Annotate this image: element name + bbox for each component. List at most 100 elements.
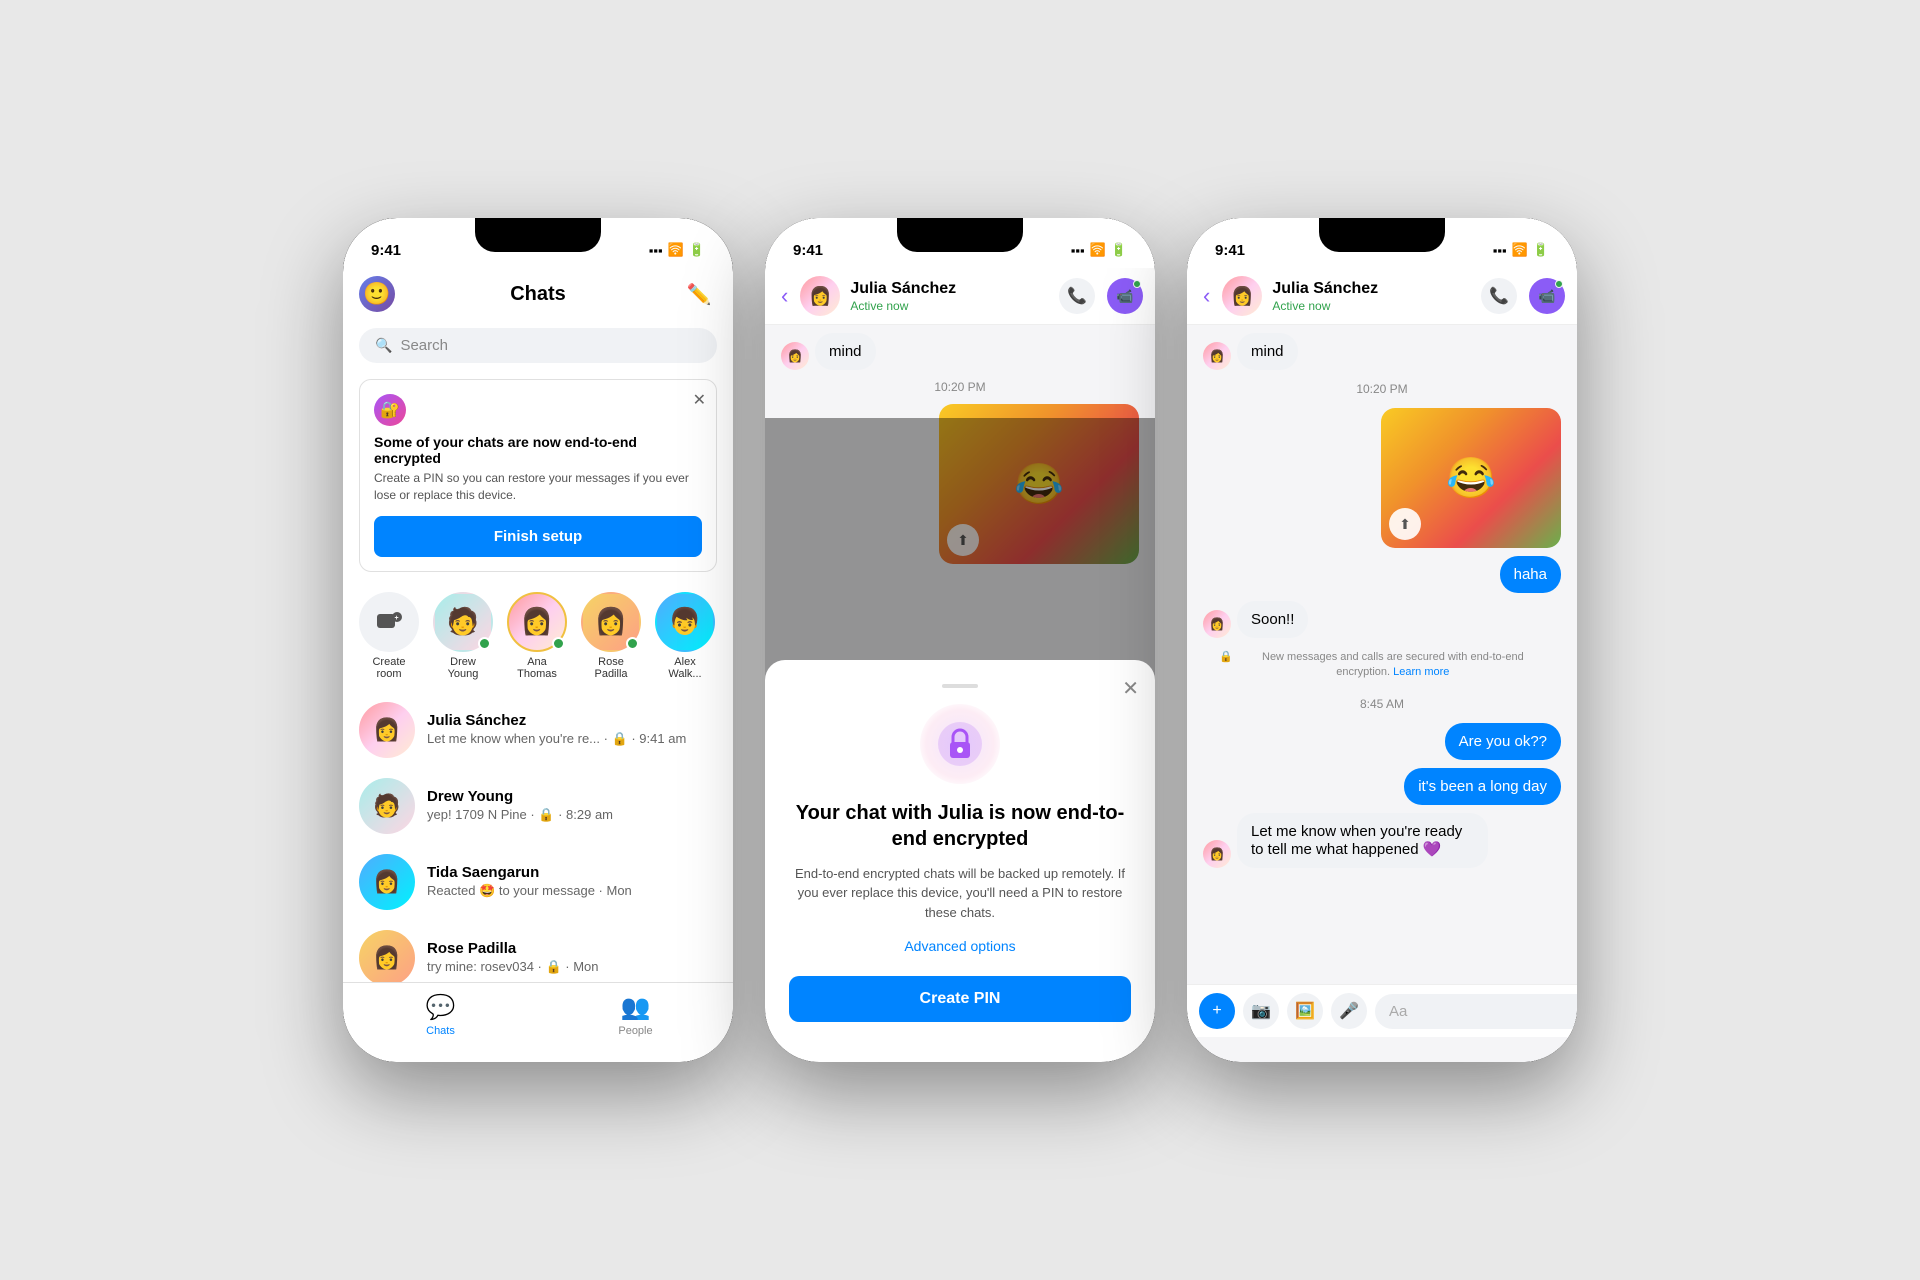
input-bar-3: + 📷 🖼️ 🎤 😊 👍 (1187, 984, 1577, 1037)
video-call-button-2[interactable]: 📹 (1107, 278, 1143, 314)
encrypt-icon: 🔐 (374, 394, 406, 426)
nav-chats[interactable]: 💬 Chats (343, 993, 538, 1037)
tida-face: 👩 (359, 854, 415, 910)
user-avatar[interactable]: 🙂 (359, 276, 395, 312)
timestamp-2: 10:20 PM (781, 376, 1139, 398)
notch-1 (475, 218, 601, 252)
chats-nav-icon: 💬 (426, 993, 456, 1022)
modal-text: End-to-end encrypted chats will be backe… (789, 864, 1131, 923)
tida-preview: Reacted 🤩 to your message · Mon (427, 883, 717, 899)
msg3-avatar-julia: 👩 (1203, 342, 1231, 370)
story-ana-thomas[interactable]: 👩 AnaThomas (507, 592, 567, 680)
rose-info: Rose Padilla try mine: rosev034 · 🔒 · Mo… (427, 940, 717, 975)
chat-header-actions-2: 📞 📹 (1059, 278, 1143, 314)
status-time-3: 9:41 (1215, 242, 1245, 259)
msg3-avatar-julia-3: 👩 (1203, 840, 1231, 868)
rose-name: Rose Padilla (427, 940, 717, 957)
chats-header: 🙂 Chats ✏️ (343, 268, 733, 320)
julia-header-name-3: Julia Sánchez (1272, 279, 1378, 298)
msg3-areyouok: Are you ok?? (1203, 723, 1561, 760)
julia-face: 👩 (359, 702, 415, 758)
share-icon-3[interactable]: ⬆ (1389, 508, 1421, 540)
chats-nav-label: Chats (426, 1025, 455, 1037)
wifi-icon-3: 🛜 (1512, 242, 1528, 258)
phone-call-button-2[interactable]: 📞 (1059, 278, 1095, 314)
notice-text: Create a PIN so you can restore your mes… (374, 470, 702, 504)
nav-people[interactable]: 👥 People (538, 993, 733, 1037)
create-pin-button[interactable]: Create PIN (789, 976, 1131, 1022)
julia-header-status-3: Active now (1272, 299, 1378, 313)
camera-button-3[interactable]: 📷 (1243, 993, 1279, 1029)
create-room-icon: + (359, 592, 419, 652)
encryption-modal: ✕ (765, 660, 1155, 1063)
notice-close-button[interactable]: ✕ (693, 390, 706, 410)
chat-header-3: ‹ 👩 Julia Sánchez Active now 📞 📹 (1187, 268, 1577, 325)
video-call-button-3[interactable]: 📹 (1529, 278, 1565, 314)
phone-3-screen: 9:41 ▪▪▪ 🛜 🔋 ‹ 👩 Julia Sánchez Active no… (1187, 218, 1577, 1062)
story-drew-young[interactable]: 🧑 DrewYoung (433, 592, 493, 680)
julia-header-avatar-2: 👩 (800, 276, 840, 316)
msg3-longday: it's been a long day (1203, 768, 1561, 805)
rose-face-2: 👩 (359, 930, 415, 986)
video-dot-2 (1133, 280, 1141, 288)
rose-story-name: RosePadilla (594, 656, 627, 680)
mic-button-3[interactable]: 🎤 (1331, 993, 1367, 1029)
battery-icon-2: 🔋 (1111, 242, 1127, 258)
msg3-mind-bubble: mind (1237, 333, 1298, 370)
signal-icon-2: ▪▪▪ (1071, 243, 1085, 258)
drew-preview: yep! 1709 N Pine · 🔒 · 8:29 am (427, 807, 717, 823)
julia-name: Julia Sánchez (427, 712, 717, 729)
timestamp3-845: 8:45 AM (1203, 693, 1561, 715)
chat-item-julia[interactable]: 👩 Julia Sánchez Let me know when you're … (351, 692, 725, 768)
chat3-messages: 👩 mind 10:20 PM ⬆ haha (1187, 325, 1577, 1062)
add-action-button-3[interactable]: + (1199, 993, 1235, 1029)
message-input-3[interactable] (1375, 994, 1577, 1029)
status-icons-3: ▪▪▪ 🛜 🔋 (1493, 242, 1549, 258)
msg3-longday-bubble: it's been a long day (1404, 768, 1561, 805)
msg3-areyouok-bubble: Are you ok?? (1445, 723, 1561, 760)
back-button-3[interactable]: ‹ (1199, 279, 1214, 313)
julia-face-3: 👩 (1222, 276, 1262, 316)
back-button-2[interactable]: ‹ (777, 279, 792, 313)
alex-story-avatar: 👦 (655, 592, 715, 652)
compose-icon[interactable]: ✏️ (681, 276, 717, 312)
wifi-icon-1: 🛜 (668, 242, 684, 258)
chat-item-tida[interactable]: 👩 Tida Saengarun Reacted 🤩 to your messa… (351, 844, 725, 920)
user-face: 🙂 (359, 276, 395, 312)
tida-info: Tida Saengarun Reacted 🤩 to your message… (427, 864, 717, 899)
story-create-room[interactable]: + Createroom (359, 592, 419, 680)
phone-1: 9:41 ▪▪▪ 🛜 🔋 🙂 Chats ✏️ 🔍 Search (343, 218, 733, 1062)
battery-icon-1: 🔋 (689, 242, 705, 258)
msg3-soon: 👩 Soon!! (1203, 601, 1561, 638)
finish-setup-button[interactable]: Finish setup (374, 516, 702, 557)
status-icons-2: ▪▪▪ 🛜 🔋 (1071, 242, 1127, 258)
phone-2-screen: 9:41 ▪▪▪ 🛜 🔋 ‹ 👩 Julia Sánchez Active no… (765, 218, 1155, 1062)
gallery-button-3[interactable]: 🖼️ (1287, 993, 1323, 1029)
msg3-mind: 👩 mind (1203, 333, 1561, 370)
phone-call-button-3[interactable]: 📞 (1481, 278, 1517, 314)
battery-icon-3: 🔋 (1533, 242, 1549, 258)
msg-mind: 👩 mind (781, 333, 1139, 370)
msg3-letmeknow: 👩 Let me know when you're ready to tell … (1203, 813, 1561, 868)
chat-item-drew[interactable]: 🧑 Drew Young yep! 1709 N Pine · 🔒 · 8:29… (351, 768, 725, 844)
encrypt-notice-text-3: New messages and calls are secured with … (1241, 650, 1545, 681)
search-bar[interactable]: 🔍 Search (359, 328, 717, 363)
story-alex[interactable]: 👦 AlexWalk... (655, 592, 715, 680)
chat-header-actions-3: 📞 📹 (1481, 278, 1565, 314)
alex-story-name: AlexWalk... (668, 656, 701, 680)
chat-header-text-3: Julia Sánchez Active now (1272, 279, 1378, 312)
modal-close-button[interactable]: ✕ (1122, 676, 1139, 701)
drew-info: Drew Young yep! 1709 N Pine · 🔒 · 8:29 a… (427, 788, 717, 823)
create-room-label: Createroom (372, 656, 405, 680)
people-nav-label: People (618, 1025, 652, 1037)
chat-header-info-3: 👩 Julia Sánchez Active now (1222, 276, 1473, 316)
msg-avatar-julia-2: 👩 (781, 342, 809, 370)
learn-more-link[interactable]: Learn more (1393, 666, 1449, 678)
advanced-options-link[interactable]: Advanced options (904, 938, 1015, 954)
story-rose-padilla[interactable]: 👩 RosePadilla (581, 592, 641, 680)
bottom-nav-1: 💬 Chats 👥 People (343, 982, 733, 1062)
rose-online-dot (626, 637, 639, 650)
drew-online-dot (478, 637, 491, 650)
msg3-avatar-julia-2: 👩 (1203, 610, 1231, 638)
chat-list: 👩 Julia Sánchez Let me know when you're … (343, 692, 733, 996)
